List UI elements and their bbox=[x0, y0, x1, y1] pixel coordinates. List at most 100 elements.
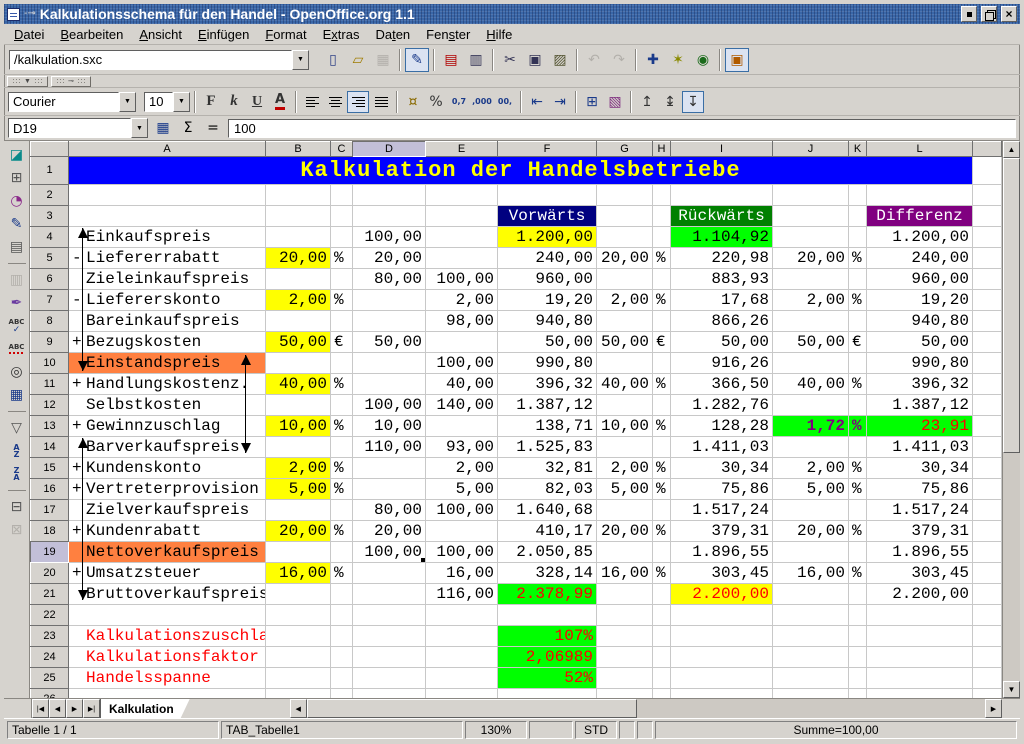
cell-A24[interactable]: Kalkulationsfaktor bbox=[69, 647, 266, 668]
export-pdf-button[interactable]: ▤ bbox=[439, 48, 463, 72]
column-header-A[interactable]: A bbox=[69, 142, 266, 157]
cell-D23[interactable] bbox=[353, 626, 426, 647]
cell-F16[interactable]: 82,03 bbox=[498, 479, 597, 500]
menu-daten[interactable]: Daten bbox=[367, 26, 418, 43]
paste-button[interactable]: ▨ bbox=[548, 48, 572, 72]
cell-A6[interactable]: Zieleinkaufspreis bbox=[69, 269, 266, 290]
cell-H14[interactable] bbox=[653, 437, 671, 458]
cell-F2[interactable] bbox=[498, 185, 597, 206]
row-header-7[interactable]: 7 bbox=[31, 290, 69, 311]
cell-B12[interactable] bbox=[266, 395, 331, 416]
cell-G4[interactable] bbox=[597, 227, 653, 248]
sort-descending-button[interactable]: ZA bbox=[6, 463, 28, 485]
copy-button[interactable]: ▣ bbox=[523, 48, 547, 72]
row-header-3[interactable]: 3 bbox=[31, 206, 69, 227]
cell-K19[interactable] bbox=[849, 542, 867, 563]
menu-datei[interactable]: Datei bbox=[6, 26, 52, 43]
cell-A15[interactable]: +Kundenskonto bbox=[69, 458, 266, 479]
cell-D15[interactable] bbox=[353, 458, 426, 479]
sheet-tab-kalkulation[interactable]: Kalkulation bbox=[100, 699, 190, 718]
open-document-button[interactable]: ▱ bbox=[346, 48, 370, 72]
cell-A16[interactable]: +Vertreterprovision bbox=[69, 479, 266, 500]
cell-H19[interactable] bbox=[653, 542, 671, 563]
cell-F8[interactable]: 940,80 bbox=[498, 311, 597, 332]
cell-L15[interactable]: 30,34 bbox=[867, 458, 973, 479]
cell-D24[interactable] bbox=[353, 647, 426, 668]
cell-E26[interactable] bbox=[426, 689, 498, 699]
cell-C16[interactable]: % bbox=[331, 479, 353, 500]
row-header-19[interactable]: 19 bbox=[31, 542, 69, 563]
cell-G12[interactable] bbox=[597, 395, 653, 416]
cell-D12[interactable]: 100,00 bbox=[353, 395, 426, 416]
cell-E2[interactable] bbox=[426, 185, 498, 206]
menu-extras[interactable]: Extras bbox=[315, 26, 368, 43]
form-functions-button[interactable]: ▤ bbox=[6, 236, 28, 258]
cell-K11[interactable]: % bbox=[849, 374, 867, 395]
cell-A8[interactable]: Bareinkaufspreis bbox=[69, 311, 266, 332]
cell-J7[interactable]: 2,00 bbox=[773, 290, 849, 311]
cell-F18[interactable]: 410,17 bbox=[498, 521, 597, 542]
sort-ascending-button[interactable]: AZ bbox=[6, 440, 28, 462]
row-header-8[interactable]: 8 bbox=[31, 311, 69, 332]
column-header-C[interactable]: C bbox=[331, 142, 353, 157]
column-header-J[interactable]: J bbox=[773, 142, 849, 157]
cell-K2[interactable] bbox=[849, 185, 867, 206]
cell-A5[interactable]: -Liefererrabatt bbox=[69, 248, 266, 269]
cell-B8[interactable] bbox=[266, 311, 331, 332]
cell-B25[interactable] bbox=[266, 668, 331, 689]
cell-I16[interactable]: 75,86 bbox=[671, 479, 773, 500]
cell-B16[interactable]: 5,00 bbox=[266, 479, 331, 500]
number-format-percent-button[interactable]: % bbox=[425, 91, 447, 113]
cell-D21[interactable] bbox=[353, 584, 426, 605]
cell-D3[interactable] bbox=[353, 206, 426, 227]
row-header-18[interactable]: 18 bbox=[31, 521, 69, 542]
cell-B3[interactable] bbox=[266, 206, 331, 227]
cell-D18[interactable]: 20,00 bbox=[353, 521, 426, 542]
underline-button[interactable]: U bbox=[246, 91, 268, 113]
cell-F14[interactable]: 1.525,83 bbox=[498, 437, 597, 458]
cell-A18[interactable]: +Kundenrabatt bbox=[69, 521, 266, 542]
cell-A2[interactable] bbox=[69, 185, 266, 206]
column-header-L[interactable]: L bbox=[867, 142, 973, 157]
cell-G16[interactable]: 5,00 bbox=[597, 479, 653, 500]
cell-C9[interactable]: € bbox=[331, 332, 353, 353]
cell-H9[interactable]: € bbox=[653, 332, 671, 353]
menu-format[interactable]: Format bbox=[257, 26, 314, 43]
cell-A17[interactable]: Zielverkaufspreis bbox=[69, 500, 266, 521]
cell-L18[interactable]: 379,31 bbox=[867, 521, 973, 542]
cell-B19[interactable] bbox=[266, 542, 331, 563]
cell-E20[interactable]: 16,00 bbox=[426, 563, 498, 584]
cell-I6[interactable]: 883,93 bbox=[671, 269, 773, 290]
row-header-2[interactable]: 2 bbox=[31, 185, 69, 206]
cell-H24[interactable] bbox=[653, 647, 671, 668]
last-sheet-button[interactable]: ▶| bbox=[83, 699, 100, 718]
cell-I23[interactable] bbox=[671, 626, 773, 647]
cell-I15[interactable]: 30,34 bbox=[671, 458, 773, 479]
find-replace-button[interactable]: ◎ bbox=[6, 361, 28, 383]
cell-G8[interactable] bbox=[597, 311, 653, 332]
column-header-K[interactable]: K bbox=[849, 142, 867, 157]
cell-D20[interactable] bbox=[353, 563, 426, 584]
row-header-4[interactable]: 4 bbox=[31, 227, 69, 248]
cell-H6[interactable] bbox=[653, 269, 671, 290]
cell-C7[interactable]: % bbox=[331, 290, 353, 311]
cell-H17[interactable] bbox=[653, 500, 671, 521]
cell-F21[interactable]: 2.378,99 bbox=[498, 584, 597, 605]
cell-D26[interactable] bbox=[353, 689, 426, 699]
font-color-button[interactable]: A bbox=[269, 91, 291, 113]
cell-C13[interactable]: % bbox=[331, 416, 353, 437]
cell-L11[interactable]: 396,32 bbox=[867, 374, 973, 395]
cell-C2[interactable] bbox=[331, 185, 353, 206]
cell-E5[interactable] bbox=[426, 248, 498, 269]
cell-F6[interactable]: 960,00 bbox=[498, 269, 597, 290]
cell-B22[interactable] bbox=[266, 605, 331, 626]
cell-G11[interactable]: 40,00 bbox=[597, 374, 653, 395]
cell-L3[interactable]: Differenz bbox=[867, 206, 973, 227]
edit-file-button[interactable]: ✎ bbox=[405, 48, 429, 72]
row-header-13[interactable]: 13 bbox=[31, 416, 69, 437]
cell-F17[interactable]: 1.640,68 bbox=[498, 500, 597, 521]
hyperlink-bar-handle[interactable]: ▼ bbox=[7, 76, 48, 87]
background-color-button[interactable]: ▧ bbox=[604, 91, 626, 113]
cell-E22[interactable] bbox=[426, 605, 498, 626]
cell-H12[interactable] bbox=[653, 395, 671, 416]
